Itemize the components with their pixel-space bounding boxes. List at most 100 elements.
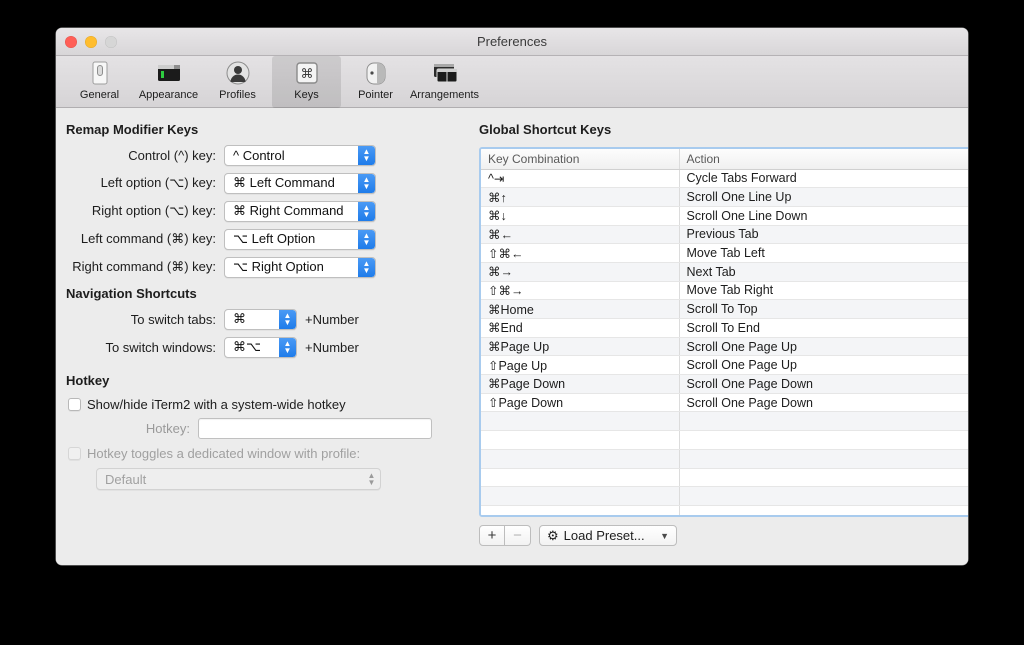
toolbar-item-pointer[interactable]: Pointer [341, 56, 410, 108]
navigation-form: To switch tabs: ⌘ ▲ ▼ +Number To switch w… [56, 308, 359, 364]
toolbar-item-general[interactable]: General [65, 56, 134, 108]
remap-label-right-option: Right option (⌥) key: [91, 203, 216, 218]
toolbar-item-arrangements[interactable]: Arrangements [410, 56, 479, 108]
toolbar-item-keys[interactable]: ⌘ Keys [272, 56, 341, 108]
arrangements-icon [429, 58, 461, 88]
svg-text:⌘: ⌘ [300, 67, 313, 82]
cell-key-combination: ⌘→ [481, 262, 680, 282]
hotkey-enable-label: Show/hide iTerm2 with a system-wide hotk… [87, 397, 346, 412]
toolbar-label-keys: Keys [294, 89, 319, 101]
hotkey-field-row: Hotkey: [56, 418, 432, 439]
preferences-toolbar: General Appearance Profiles ⌘ Keys Point… [56, 56, 968, 108]
table-row[interactable] [481, 411, 968, 432]
cell-action: Scroll One Line Up [679, 187, 968, 207]
hotkey-enable-checkbox[interactable] [68, 398, 81, 411]
stepper-arrows-icon: ▲ ▼ [279, 337, 296, 357]
table-row[interactable]: ⌘End Scroll To End [481, 318, 968, 338]
cell-action: Scroll To Top [679, 299, 968, 319]
stepper-arrows-icon: ▲ ▼ [358, 257, 375, 277]
stepper-arrows-icon: ▲ ▼ [367, 471, 376, 487]
cell-key-combination [481, 486, 680, 506]
load-preset-button[interactable]: ⚙ Load Preset... ▼ [539, 525, 677, 546]
general-icon [84, 58, 116, 88]
stepper-arrows-icon: ▲ ▼ [279, 309, 296, 329]
table-row[interactable]: ⇧⌘← Move Tab Left [481, 243, 968, 263]
global-shortcuts-title: Global Shortcut Keys [479, 122, 612, 137]
hotkey-field-label: Hotkey: [145, 421, 190, 436]
remove-shortcut-button[interactable]: − [505, 525, 531, 546]
column-header-key-combination[interactable]: Key Combination [481, 149, 680, 170]
nav-label-switch-tabs: To switch tabs: [130, 311, 216, 327]
toolbar-item-appearance[interactable]: Appearance [134, 56, 203, 108]
hotkey-dedicated-checkbox[interactable] [68, 447, 81, 460]
table-row[interactable]: ⌘Page Up Scroll One Page Up [481, 337, 968, 357]
remap-value-right-option: ⌘ Right Command [233, 203, 344, 218]
hotkey-dedicated-label: Hotkey toggles a dedicated window with p… [87, 446, 361, 461]
cell-key-combination: ⌘← [481, 225, 680, 245]
remap-label-control: Control (^) key: [128, 147, 216, 163]
cell-action [679, 430, 968, 450]
remap-select-left-option[interactable]: ⌘ Left Command ▲ ▼ [224, 172, 376, 194]
cell-action: Scroll One Page Down [679, 393, 968, 413]
table-row[interactable]: ⌘→ Next Tab [481, 262, 968, 282]
add-shortcut-button[interactable]: + [479, 525, 505, 546]
remap-label-left-command: Left command (⌘) key: [80, 231, 216, 246]
table-row[interactable] [481, 449, 968, 469]
remap-select-left-command[interactable]: ⌥ Left Option ▲ ▼ [224, 228, 376, 250]
toolbar-item-profiles[interactable]: Profiles [203, 56, 272, 108]
right-pane: Global Shortcut Keys Key Combination Act… [479, 108, 968, 546]
cell-key-combination: ⇧⌘→ [481, 281, 680, 301]
cell-action [679, 449, 968, 469]
preferences-content: Remap Modifier Keys Control (^) key: ^ C… [56, 108, 968, 564]
table-header-row: Key Combination Action [481, 149, 968, 170]
hotkey-enable-checkbox-row[interactable]: Show/hide iTerm2 with a system-wide hotk… [68, 397, 346, 412]
remap-select-right-option[interactable]: ⌘ Right Command ▲ ▼ [224, 200, 376, 222]
profiles-icon [222, 58, 254, 88]
hotkey-dedicated-checkbox-row[interactable]: Hotkey toggles a dedicated window with p… [68, 446, 360, 461]
toolbar-label-appearance: Appearance [138, 89, 199, 101]
cell-key-combination [481, 411, 680, 432]
cell-key-combination: ⌘↑ [481, 187, 680, 207]
table-row[interactable]: ⇧Page Down Scroll One Page Down [481, 393, 968, 413]
table-row[interactable] [481, 505, 968, 515]
remap-section-title: Remap Modifier Keys [66, 122, 199, 137]
table-row[interactable]: ⌘Home Scroll To Top [481, 299, 968, 319]
global-shortcuts-table-container[interactable]: Key Combination Action ^⇥ Cycle Tabs Forw… [479, 147, 968, 517]
remap-row-right-option: Right option (⌥) key: ⌘ Right Command ▲ ▼ [56, 200, 376, 222]
cell-key-combination: ⌘Page Down [481, 374, 680, 394]
remap-value-left-option: ⌘ Left Command [233, 175, 335, 190]
column-header-action[interactable]: Action [679, 149, 968, 170]
stepper-arrows-icon: ▲ ▼ [358, 145, 375, 165]
table-row[interactable]: ⌘↑ Scroll One Line Up [481, 187, 968, 207]
global-shortcuts-table: Key Combination Action ^⇥ Cycle Tabs Forw… [481, 149, 968, 515]
hotkey-input[interactable] [198, 418, 432, 439]
toolbar-label-pointer: Pointer [358, 89, 393, 101]
nav-select-switch-windows[interactable]: ⌘⌥ ▲ ▼ [224, 336, 297, 358]
hotkey-section-title: Hotkey [66, 373, 110, 388]
nav-select-switch-tabs[interactable]: ⌘ ▲ ▼ [224, 308, 297, 330]
table-row[interactable]: ⌘Page Down Scroll One Page Down [481, 374, 968, 394]
stepper-arrows-icon: ▲ ▼ [358, 201, 375, 221]
table-row[interactable]: ⇧Page Up Scroll One Page Up [481, 355, 968, 376]
table-row[interactable]: ⌘← Previous Tab [481, 225, 968, 245]
hotkey-profile-select[interactable]: Default ▲ ▼ [96, 468, 381, 490]
table-row[interactable]: ⇧⌘→ Move Tab Right [481, 281, 968, 301]
cell-action: Scroll One Page Up [679, 337, 968, 357]
nav-row-switch-tabs: To switch tabs: ⌘ ▲ ▼ +Number [56, 308, 359, 330]
load-preset-label: Load Preset... [563, 528, 645, 543]
nav-suffix-switch-tabs: +Number [305, 311, 359, 327]
cell-action: Move Tab Left [679, 243, 968, 263]
remap-select-control[interactable]: ^ Control ▲ ▼ [224, 144, 376, 166]
cell-key-combination: ⌘Home [481, 299, 680, 319]
table-row[interactable] [481, 430, 968, 450]
cell-action [679, 486, 968, 506]
remap-select-right-command[interactable]: ⌥ Right Option ▲ ▼ [224, 256, 376, 278]
table-row[interactable] [481, 468, 968, 488]
table-row[interactable] [481, 486, 968, 506]
table-row[interactable]: ⌘↓ Scroll One Line Down [481, 206, 968, 226]
remap-row-left-command: Left command (⌘) key: ⌥ Left Option ▲ ▼ [56, 228, 376, 250]
hotkey-profile-value: Default [105, 471, 147, 487]
remap-row-control: Control (^) key: ^ Control ▲ ▼ [56, 144, 376, 166]
cell-key-combination: ⌘↓ [481, 206, 680, 226]
table-row[interactable]: ^⇥ Cycle Tabs Forward [481, 169, 968, 189]
